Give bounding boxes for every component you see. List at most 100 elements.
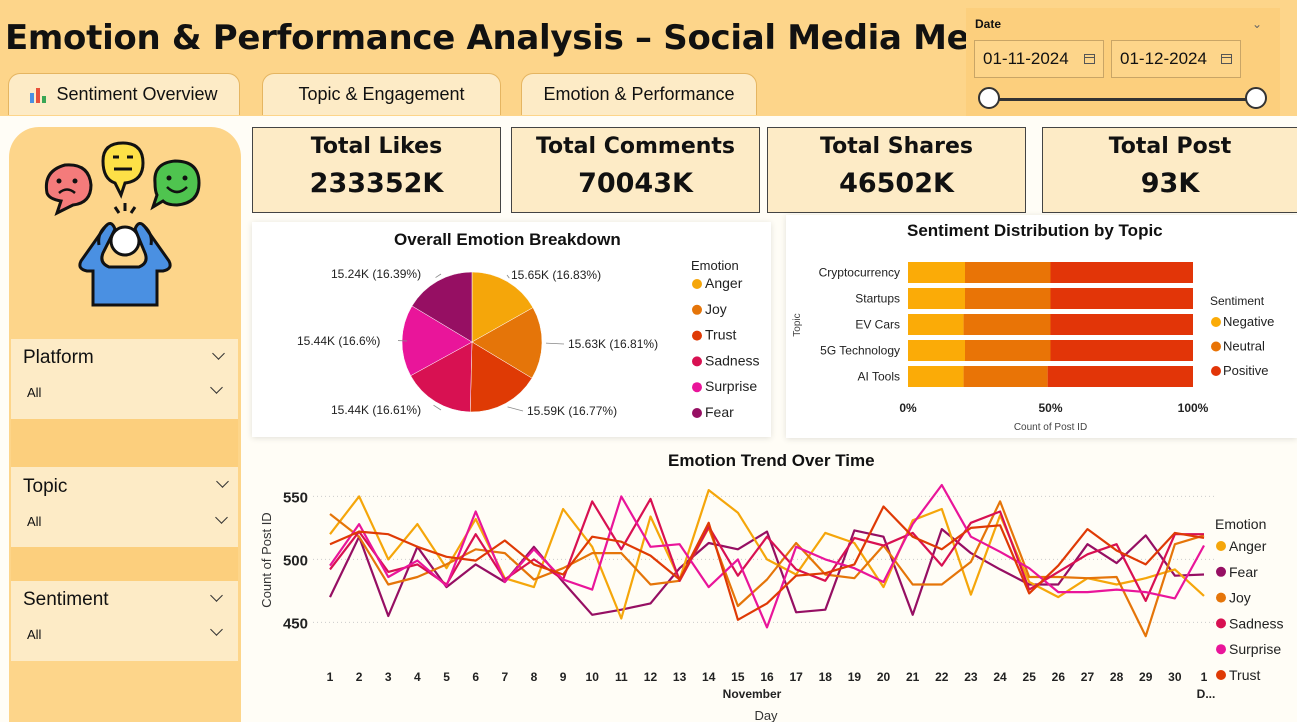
tab-emotion-performance[interactable]: Emotion & Performance (521, 73, 757, 115)
emotion-pie-card: Overall Emotion Breakdown 15.65K (16.83%… (252, 222, 771, 437)
date-start-handle[interactable] (978, 87, 1000, 109)
line-chart: 450500550Count of Post ID1 2 3 4 5 6 7 8 9 10 11 12… (259, 483, 1283, 722)
filter-spacer (11, 547, 238, 581)
chevron-down-icon[interactable] (210, 589, 223, 602)
line-x-tick: 27 (1081, 670, 1095, 684)
bar-x-tick: 50% (1038, 401, 1062, 415)
line-x-tick: 26 (1052, 670, 1066, 684)
end-date-input[interactable]: 01-12-2024 (1111, 40, 1241, 78)
line-x-tick: 3 (385, 670, 392, 684)
chevron-down-icon[interactable]: ⌄ (1252, 17, 1262, 31)
sentiment-filter-label: Sentiment (23, 589, 109, 610)
line-legend-label: Joy (1229, 590, 1251, 606)
line-legend-label: Surprise (1229, 641, 1281, 657)
calendar-icon[interactable] (1084, 54, 1095, 64)
bar-segment-negative (908, 288, 965, 309)
pie-legend-marker-anger (692, 279, 702, 289)
date-range-track[interactable] (989, 98, 1257, 101)
bar-legend-title: Sentiment (1210, 294, 1265, 308)
platform-filter[interactable]: Platform All (11, 339, 238, 419)
bar-segment-positive (1050, 262, 1193, 283)
date-end-handle[interactable] (1245, 87, 1267, 109)
line-x-tick: 1 (1201, 670, 1208, 684)
bar-segment-neutral (963, 314, 1051, 335)
bar-segment-positive (1050, 314, 1193, 335)
line-y-tick: 500 (283, 552, 308, 569)
date-label: Date (975, 17, 1002, 31)
sentiment-bar-card: Sentiment Distribution by Topic Cryptocu… (786, 215, 1297, 438)
line-legend-label: Anger (1229, 538, 1267, 554)
chevron-down-icon[interactable] (212, 347, 225, 360)
topic-filter-value[interactable]: All (27, 514, 41, 529)
start-date-value: 01-11-2024 (983, 49, 1069, 68)
line-y-tick: 450 (283, 615, 308, 632)
bar-segment-positive (1050, 340, 1193, 361)
pie-leader-line (433, 404, 442, 411)
bar-segment-negative (908, 366, 964, 387)
line-series-joy (329, 500, 1205, 638)
bar-legend-marker-neutral (1211, 341, 1221, 352)
kpi-card-comments: Total Comments 70043K (511, 127, 760, 213)
bar-x-tick: 0% (899, 401, 917, 415)
tab-sentiment-overview[interactable]: Sentiment Overview (8, 73, 240, 115)
bar-segment-neutral (963, 366, 1048, 387)
bar-x-tick: 100% (1178, 401, 1209, 415)
bar-segment-positive (1047, 366, 1193, 387)
bar-x-axis-label: Count of Post ID (1014, 422, 1087, 433)
line-x-tick: 19 (848, 670, 862, 684)
line-x-tick: 16 (760, 670, 774, 684)
chevron-down-icon[interactable] (210, 623, 223, 636)
pie-legend-label: Surprise (705, 378, 757, 394)
line-legend-title: Emotion (1215, 516, 1266, 532)
sentiment-filter-value[interactable]: All (27, 627, 41, 642)
topic-filter[interactable]: Topic All (11, 467, 238, 547)
bar-category-label: AI Tools (858, 370, 900, 384)
tab-label: Sentiment Overview (56, 84, 218, 104)
platform-filter-value[interactable]: All (27, 385, 41, 400)
pie-data-label: 15.59K (16.77%) (527, 404, 617, 418)
line-x-group-label: D... (1197, 687, 1216, 701)
line-x-tick: 15 (731, 670, 745, 684)
date-slicer: Date ⌄ 01-11-2024 01-12-2024 (966, 8, 1280, 116)
topic-filter-label: Topic (23, 476, 68, 497)
pie-legend-label: Sadness (705, 352, 759, 368)
sentiment-filter[interactable]: Sentiment All (11, 581, 238, 661)
kpi-label: Total Comments (535, 134, 736, 159)
pie-leader-line (435, 273, 442, 278)
bar-segment-negative (908, 314, 964, 335)
tab-topic-engagement[interactable]: Topic & Engagement (262, 73, 501, 115)
line-x-tick: 22 (935, 670, 949, 684)
line-x-tick: 24 (993, 670, 1007, 684)
pie-data-label: 15.63K (16.81%) (568, 337, 658, 351)
kpi-label: Total Likes (310, 134, 443, 159)
pie-data-label: 15.44K (16.6%) (297, 334, 380, 348)
chevron-down-icon[interactable] (215, 511, 228, 524)
pie-data-label: 15.65K (16.83%) (511, 268, 601, 282)
line-x-tick: 7 (501, 670, 508, 684)
line-legend-label: Fear (1229, 564, 1258, 580)
line-legend-label: Sadness (1229, 615, 1283, 631)
line-x-tick: 13 (673, 670, 687, 684)
chevron-down-icon[interactable] (210, 381, 223, 394)
calendar-icon[interactable] (1221, 54, 1232, 64)
line-y-tick: 550 (283, 489, 308, 506)
pie-legend-marker-sadness (692, 356, 702, 367)
bar-category-label: Cryptocurrency (819, 266, 900, 280)
line-x-tick: 6 (472, 670, 479, 684)
kpi-label: Total Post (1108, 134, 1232, 159)
line-x-tick: 25 (1023, 670, 1037, 684)
chevron-down-icon[interactable] (216, 475, 229, 488)
start-date-input[interactable]: 01-11-2024 (974, 40, 1104, 78)
line-series-anger (329, 489, 1205, 620)
pie-data-label: 15.44K (16.61%) (331, 403, 421, 417)
pie-legend-marker-trust (692, 330, 702, 341)
pie-legend-marker-fear (692, 408, 702, 418)
pie-leader-line (545, 342, 565, 345)
pie-leader-line (506, 274, 510, 279)
kpi-value: 93K (1140, 168, 1200, 199)
bar-segment-negative (908, 262, 965, 283)
bar-segment-neutral (965, 340, 1051, 361)
line-y-axis-label: Count of Post ID (259, 512, 274, 607)
pie-legend-marker-joy (692, 304, 702, 315)
line-x-tick: 14 (702, 670, 716, 684)
